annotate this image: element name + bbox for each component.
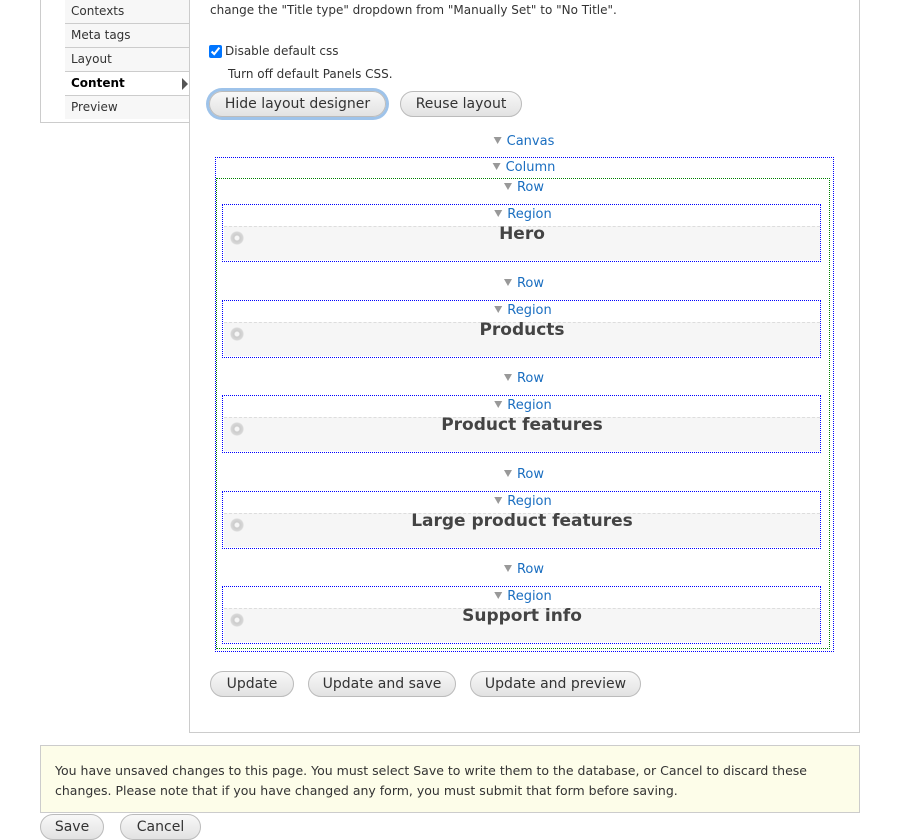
triangle-down-icon	[503, 278, 512, 286]
region-label: Region	[507, 398, 552, 414]
sidebar-item-layout[interactable]: Layout	[65, 47, 190, 71]
region-link[interactable]: Region	[494, 207, 552, 222]
region-box: Region Product features	[222, 395, 821, 454]
disable-css-checkbox-row[interactable]: Disable default css	[209, 44, 338, 58]
triangle-down-icon	[492, 163, 501, 170]
update-and-save-button[interactable]: Update and save	[308, 671, 456, 697]
triangle-down-icon	[503, 565, 512, 573]
unsaved-changes-message: You have unsaved changes to this page. Y…	[40, 745, 860, 813]
sidebar-item-preview[interactable]: Preview	[65, 95, 190, 119]
triangle-down-icon	[503, 469, 512, 477]
region-title: Product features	[441, 415, 603, 436]
update-button[interactable]: Update	[210, 671, 294, 697]
row-label: Row	[516, 466, 545, 482]
hide-layout-designer-button[interactable]: Hide layout designer	[209, 91, 386, 117]
row-label: Row	[516, 562, 545, 578]
region-label: Region	[507, 302, 552, 318]
region-box: Region Hero	[222, 204, 821, 262]
region-title: Large product features	[411, 510, 633, 531]
row-label: Row	[516, 371, 545, 387]
disable-css-description: Turn off default Panels CSS.	[228, 67, 393, 81]
cancel-button[interactable]: Cancel	[120, 814, 201, 840]
column-link[interactable]: Column	[492, 160, 556, 175]
region-link[interactable]: Region	[494, 494, 552, 509]
row-link[interactable]: Row	[503, 371, 545, 387]
row-label: Row	[516, 180, 545, 195]
triangle-down-icon	[493, 137, 502, 144]
region-link[interactable]: Region	[494, 398, 552, 413]
region-content: Product features	[224, 415, 820, 452]
region-box: Region Products	[222, 299, 821, 358]
sidebar-item-label: Content	[71, 76, 125, 90]
arrow-right-icon	[182, 78, 188, 90]
intro-text: change the "Title type" dropdown from "M…	[210, 3, 617, 17]
triangle-down-icon	[494, 401, 503, 409]
region-title: Hero	[499, 224, 545, 244]
region-title: Products	[479, 319, 565, 340]
region-content: Large product features	[224, 510, 820, 547]
region-label: Region	[507, 493, 552, 509]
region-label: Region	[507, 589, 552, 605]
column-label: Column	[505, 160, 556, 175]
triangle-down-icon	[494, 210, 503, 217]
region-label: Region	[507, 207, 552, 222]
region-content: Support info	[224, 606, 820, 643]
canvas-link[interactable]: Canvas	[493, 134, 555, 149]
disable-css-label: Disable default css	[225, 44, 339, 58]
triangle-down-icon	[503, 183, 512, 190]
row-link[interactable]: Row	[503, 180, 545, 195]
row-link[interactable]: Row	[503, 275, 545, 291]
region-box: Region Support info	[222, 586, 821, 645]
triangle-down-icon	[494, 496, 503, 504]
row-link[interactable]: Row	[503, 562, 545, 578]
region-box: Region Large product features	[222, 490, 821, 549]
triangle-down-icon	[494, 592, 503, 600]
sidebar-item-content[interactable]: Content	[65, 71, 190, 95]
triangle-down-icon	[494, 305, 503, 313]
region-content: Products	[224, 319, 820, 356]
update-and-preview-button[interactable]: Update and preview	[470, 671, 641, 697]
reuse-layout-button[interactable]: Reuse layout	[400, 91, 522, 117]
sidebar-item-contexts[interactable]: Contexts	[65, 0, 190, 23]
save-button[interactable]: Save	[40, 814, 104, 840]
sidebar-nav: Contexts Meta tags Layout Content Previe…	[40, 0, 190, 123]
disable-css-checkbox[interactable]	[209, 44, 222, 58]
canvas-label: Canvas	[506, 134, 555, 149]
sidebar-item-label: Preview	[71, 100, 118, 114]
triangle-down-icon	[503, 374, 512, 382]
region-link[interactable]: Region	[494, 589, 552, 604]
region-title: Support info	[462, 606, 582, 627]
sidebar-item-label: Contexts	[71, 4, 125, 18]
sidebar-item-label: Meta tags	[71, 28, 131, 42]
sidebar-item-label: Layout	[71, 52, 112, 66]
sidebar-item-meta-tags[interactable]: Meta tags	[65, 23, 190, 47]
region-content: Hero	[224, 224, 820, 260]
row-label: Row	[516, 275, 545, 291]
region-link[interactable]: Region	[494, 303, 552, 318]
row-link[interactable]: Row	[503, 466, 545, 482]
